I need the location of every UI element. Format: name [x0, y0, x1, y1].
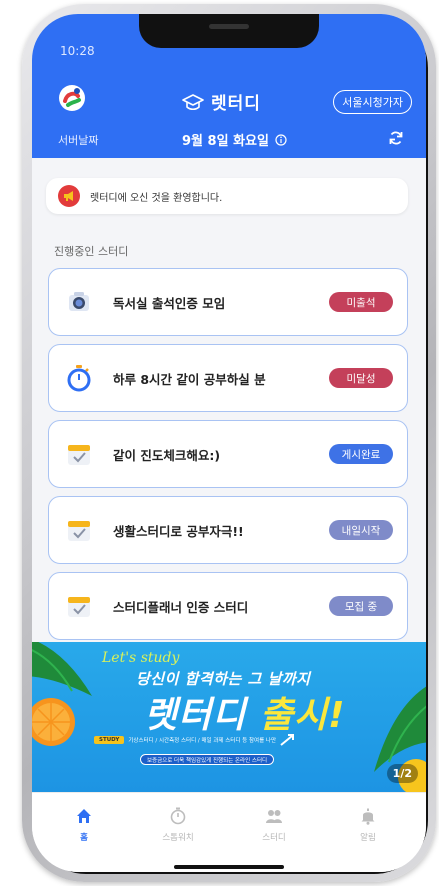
study-card[interactable]: 같이 진도체크해요:) 게시완료 [48, 420, 408, 488]
study-title: 하루 8시간 같이 공부하실 분 [113, 371, 266, 387]
camera-icon [69, 292, 89, 311]
study-card[interactable]: 스터디플래너 인증 스터디 모집 중 [48, 572, 408, 640]
speaker-grille [209, 24, 249, 29]
arrow-icon [280, 734, 295, 746]
study-title: 독서실 출석인증 모임 [113, 295, 226, 311]
phone-frame: 10:28 렛터디 서울시청가자 서버날짜 9월 8일 화요일 렛터디에 오신 … [22, 4, 436, 882]
people-icon [266, 810, 282, 823]
tab-label: 홈 [80, 833, 88, 843]
date-group: 9월 8일 화요일 [182, 130, 287, 149]
banner-title-main: 렛터디 [144, 695, 260, 736]
notch [139, 14, 319, 48]
promo-banner[interactable]: Let's study 당신이 합격하는 그 날까지 렛터디 출시! STUDY… [32, 642, 426, 792]
tab-label: 스터디 [262, 833, 286, 843]
app-title: 렛터디 [211, 94, 261, 114]
tab-study[interactable]: 스터디 [244, 807, 304, 843]
app-title-group: 렛터디 [182, 89, 261, 114]
megaphone-icon [58, 185, 80, 207]
seoul-logo-icon [59, 85, 85, 111]
tab-stopwatch[interactable]: 스톱워치 [148, 807, 208, 843]
banner-title: 렛터디 출시! [144, 686, 346, 738]
status-time: 10:28 [60, 44, 95, 58]
user-button[interactable]: 서울시청가자 [333, 90, 412, 114]
tab-notifications[interactable]: 알림 [338, 807, 398, 843]
tab-label: 알림 [360, 833, 376, 843]
status-badge: 미달성 [329, 368, 393, 388]
study-title: 생활스터디로 공부자극!! [113, 523, 244, 539]
graduation-cap-icon [182, 93, 204, 110]
banner-strip: STUDY 기상스터디 / 시간측정 스터디 / 매일 과제 스터디 등 참여를… [94, 734, 296, 746]
status-badge: 내일시작 [329, 520, 393, 540]
study-card[interactable]: 하루 8시간 같이 공부하실 분 미달성 [48, 344, 408, 412]
welcome-text: 렛터디에 오신 것을 환영합니다. [90, 192, 223, 204]
banner-title-highlight: 출시! [259, 695, 346, 736]
refresh-icon[interactable] [388, 130, 404, 146]
location-label: 서버날짜 [58, 134, 99, 147]
date-label: 9월 8일 화요일 [182, 134, 269, 149]
status-badge: 미출석 [329, 292, 393, 312]
phone-screen: 10:28 렛터디 서울시청가자 서버날짜 9월 8일 화요일 렛터디에 오신 … [32, 14, 426, 872]
home-indicator [174, 865, 284, 869]
welcome-banner: 렛터디에 오신 것을 환영합니다. [46, 178, 408, 214]
orange-slice-icon [32, 698, 75, 746]
study-card[interactable]: 독서실 출석인증 모임 미출석 [48, 268, 408, 336]
calendar-check-icon [68, 597, 90, 617]
banner-strip-tag: STUDY [94, 736, 125, 744]
study-title: 같이 진도체크해요:) [113, 447, 221, 463]
info-icon[interactable] [275, 133, 287, 146]
calendar-check-icon [68, 521, 90, 541]
tab-home[interactable]: 홈 [54, 807, 114, 843]
calendar-check-icon [68, 445, 90, 465]
section-title: 진행중인 스터디 [54, 245, 129, 258]
carousel-page-indicator: 1/2 [386, 764, 418, 783]
study-title: 스터디플래너 인증 스터디 [113, 599, 249, 615]
tab-label: 스톱워치 [162, 833, 194, 843]
banner-strip-text: 기상스터디 / 시간측정 스터디 / 매일 과제 스터디 등 참여를 나만 [128, 738, 277, 744]
bottom-tab-bar: 홈 스톱워치 스터디 알림 [32, 792, 426, 872]
banner-script: Let's study [102, 650, 180, 666]
stopwatch-icon [170, 807, 186, 825]
status-badge: 모집 중 [329, 596, 393, 616]
stopwatch-icon [67, 365, 91, 392]
study-card[interactable]: 생활스터디로 공부자극!! 내일시작 [48, 496, 408, 564]
home-icon [77, 809, 91, 823]
banner-subtext: 보증금으로 더욱 책임감있게 진행되는 온라인 스터디 [140, 754, 275, 765]
bell-icon [361, 808, 375, 825]
status-badge: 게시완료 [329, 444, 393, 464]
